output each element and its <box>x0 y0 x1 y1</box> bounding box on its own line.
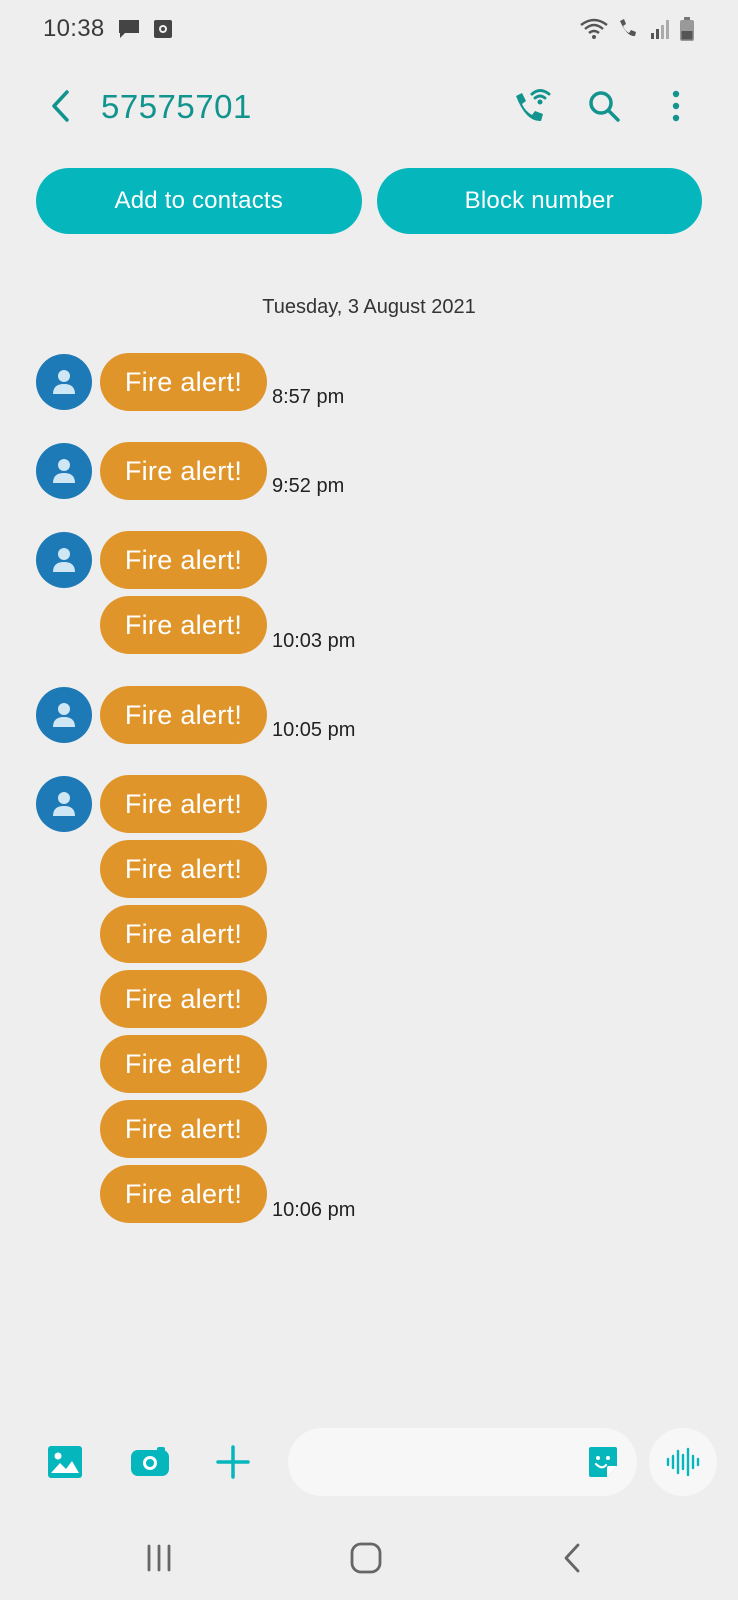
status-left: 10:38 <box>43 15 173 43</box>
person-icon <box>53 703 75 727</box>
message-bubble[interactable]: Fire alert! <box>100 1035 267 1093</box>
message-icon <box>117 18 141 40</box>
system-nav-bar <box>0 1530 738 1588</box>
wifi-icon <box>579 17 609 41</box>
person-icon <box>53 459 75 483</box>
status-right <box>579 16 695 42</box>
add-to-contacts-button[interactable]: Add to contacts <box>36 168 362 234</box>
nav-back-button[interactable] <box>542 1530 602 1586</box>
gallery-button[interactable] <box>41 1438 89 1486</box>
wifi-call-icon <box>617 17 641 41</box>
search-icon <box>587 89 621 128</box>
sender-avatar[interactable] <box>36 443 92 499</box>
message-bubble[interactable]: Fire alert! <box>100 442 267 500</box>
more-options-icon <box>671 89 681 128</box>
recent-apps-icon <box>147 1544 171 1572</box>
more-options-button[interactable] <box>654 86 698 130</box>
message-input-container <box>288 1428 637 1496</box>
sender-avatar[interactable] <box>36 776 92 832</box>
person-icon <box>53 370 75 394</box>
date-separator: Tuesday, 3 August 2021 <box>262 296 476 318</box>
message-bubble[interactable]: Fire alert! <box>100 596 267 654</box>
message-bubble[interactable]: Fire alert! <box>100 1100 267 1158</box>
recent-apps-button[interactable] <box>129 1530 189 1586</box>
home-button[interactable] <box>336 1530 396 1586</box>
add-icon <box>216 1445 250 1479</box>
message-time: 10:05 pm <box>272 719 356 741</box>
message-time: 9:52 pm <box>272 475 345 497</box>
sticker-button[interactable] <box>585 1444 621 1480</box>
message-time: 8:57 pm <box>272 386 345 408</box>
message-input[interactable] <box>310 1442 570 1482</box>
contact-title: 57575701 <box>101 88 252 125</box>
message-time: 10:03 pm <box>272 630 356 652</box>
contact-actions: Add to contacts Block number <box>36 168 702 234</box>
search-button[interactable] <box>582 86 626 130</box>
sender-avatar[interactable] <box>36 354 92 410</box>
message-bubble[interactable]: Fire alert! <box>100 840 267 898</box>
camera-icon <box>131 1447 169 1476</box>
message-bubble[interactable]: Fire alert! <box>100 1165 267 1223</box>
screen-record-icon <box>153 19 173 39</box>
sticker-icon <box>589 1447 617 1477</box>
signal-icon <box>649 17 671 41</box>
person-icon <box>53 548 75 572</box>
camera-button[interactable] <box>126 1438 174 1486</box>
message-bubble[interactable]: Fire alert! <box>100 353 267 411</box>
header-actions <box>510 86 698 130</box>
battery-icon <box>679 16 695 42</box>
home-icon <box>350 1542 382 1574</box>
message-bubble[interactable]: Fire alert! <box>100 775 267 833</box>
voice-input-icon <box>666 1447 700 1477</box>
voice-input-button[interactable] <box>649 1428 717 1496</box>
gallery-icon <box>48 1446 82 1478</box>
block-number-button[interactable]: Block number <box>376 168 702 234</box>
wifi-call-icon <box>512 86 552 131</box>
back-button[interactable] <box>40 86 80 130</box>
nav-back-icon <box>564 1543 580 1573</box>
status-bar: 10:38 <box>0 0 738 58</box>
message-bubble[interactable]: Fire alert! <box>100 970 267 1028</box>
add-attachment-button[interactable] <box>209 1438 257 1486</box>
person-icon <box>53 792 75 816</box>
message-bubble[interactable]: Fire alert! <box>100 531 267 589</box>
message-time: 10:06 pm <box>272 1199 356 1221</box>
wifi-call-button[interactable] <box>510 86 554 130</box>
back-icon <box>48 89 72 128</box>
message-composer <box>0 1428 738 1498</box>
sender-avatar[interactable] <box>36 687 92 743</box>
status-time: 10:38 <box>43 15 105 42</box>
sender-avatar[interactable] <box>36 532 92 588</box>
app-header: 57575701 <box>0 76 738 140</box>
message-bubble[interactable]: Fire alert! <box>100 905 267 963</box>
message-bubble[interactable]: Fire alert! <box>100 686 267 744</box>
